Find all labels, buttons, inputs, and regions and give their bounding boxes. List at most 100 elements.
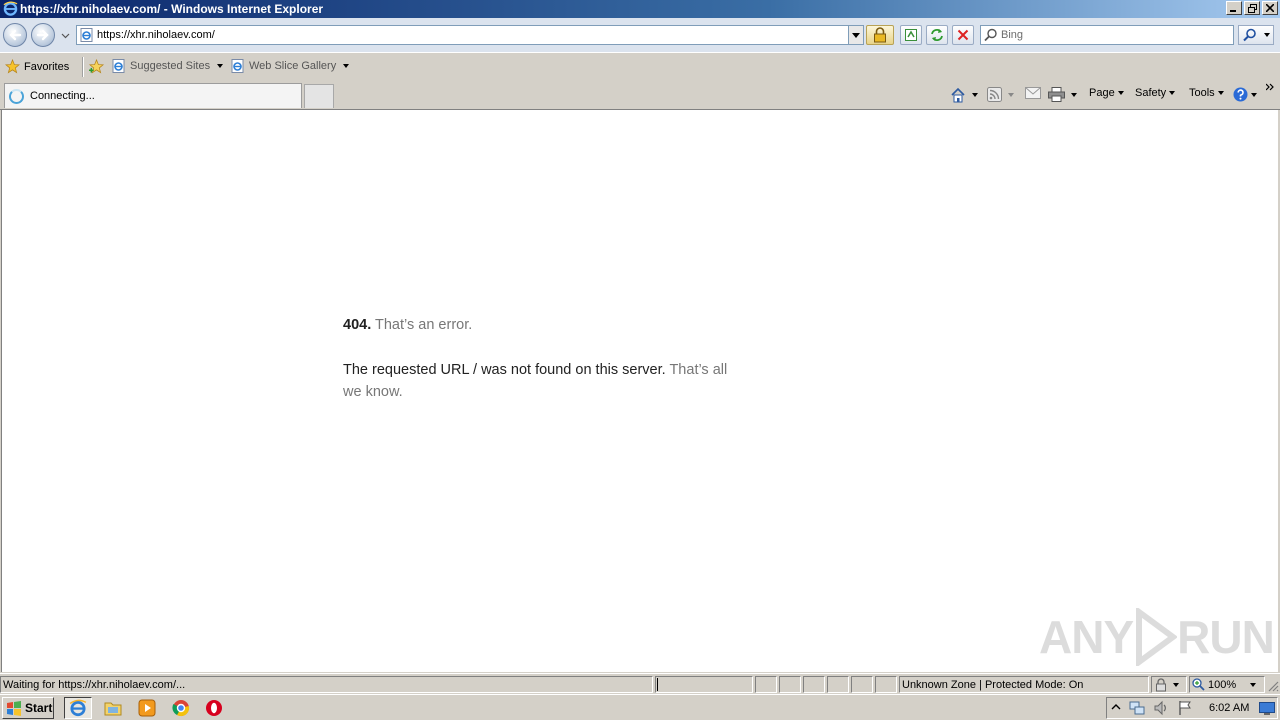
minimize-icon [1230, 10, 1236, 12]
network-icon[interactable] [1129, 700, 1145, 716]
play-logo-icon [1136, 608, 1178, 666]
help-button[interactable] [1233, 87, 1257, 102]
add-to-favorites-bar-button[interactable] [88, 59, 105, 74]
rss-feed-icon [987, 87, 1002, 102]
error-detail: The requested URL / was not found on thi… [343, 359, 743, 403]
close-icon [1266, 4, 1274, 12]
chevron-down-icon [1250, 682, 1257, 687]
refresh-icon [931, 29, 943, 41]
safety-menu-button[interactable]: Safety [1135, 87, 1176, 99]
action-center-flag-icon[interactable] [1177, 700, 1193, 716]
status-text: Waiting for https://xhr.niholaev.com/... [3, 678, 186, 691]
taskbar-file-explorer[interactable] [99, 697, 127, 719]
error-title: That’s an error. [375, 317, 473, 333]
start-button[interactable]: Start [2, 697, 54, 719]
opera-icon [206, 700, 222, 716]
show-desktop-icon[interactable] [1259, 702, 1275, 716]
watermark-text-left: ANY [1039, 611, 1134, 663]
more-commands-chevron-icon[interactable] [1266, 83, 1274, 91]
star-icon [5, 59, 20, 74]
internet-explorer-icon [69, 699, 87, 717]
minimize-button[interactable] [1226, 1, 1242, 15]
taskbar-opera[interactable] [200, 697, 228, 719]
error-message: 404. That’s an error. The requested URL … [343, 314, 743, 426]
window-title: https://xhr.niholaev.com/ - Windows Inte… [20, 2, 324, 16]
address-dropdown-button[interactable] [848, 26, 863, 44]
forward-button[interactable] [31, 23, 55, 47]
address-bar[interactable] [76, 25, 864, 45]
search-provider-icon [984, 28, 997, 42]
tab-title: Connecting... [30, 90, 95, 102]
ie-page-icon [112, 59, 125, 73]
close-button[interactable] [1262, 1, 1278, 15]
show-hidden-icons-icon[interactable] [1111, 703, 1121, 713]
resize-grip-icon[interactable] [1267, 680, 1279, 692]
protected-mode-button[interactable] [1151, 676, 1187, 693]
zoom-button[interactable]: 100% [1189, 676, 1265, 693]
favorites-separator [82, 57, 84, 77]
address-input[interactable] [97, 27, 837, 43]
add-favorite-star-icon [88, 59, 105, 74]
chevron-down-icon [1071, 92, 1077, 97]
stop-button[interactable] [952, 25, 974, 45]
search-input[interactable] [1001, 27, 1229, 43]
printer-icon [1048, 87, 1065, 102]
chevron-down-icon [1251, 92, 1257, 97]
watermark-text-right: RUN [1177, 611, 1275, 663]
recent-pages-dropdown-icon[interactable] [61, 31, 70, 40]
chevron-down-icon [343, 64, 350, 68]
security-report-button[interactable] [866, 25, 894, 45]
taskbar: Start 6:02 AM [0, 694, 1280, 720]
favorites-button[interactable]: Favorites [5, 59, 69, 74]
chevron-down-icon [852, 32, 860, 38]
chevron-down-icon [217, 64, 224, 68]
feeds-button[interactable] [987, 87, 1014, 102]
new-tab-button[interactable] [304, 84, 334, 108]
search-button[interactable] [1238, 25, 1274, 45]
taskbar-chrome[interactable] [167, 697, 195, 719]
error-code: 404. [343, 317, 372, 333]
taskbar-media-player[interactable] [133, 697, 161, 719]
status-panel-empty [755, 676, 777, 693]
volume-icon[interactable] [1153, 700, 1169, 716]
help-icon [1233, 87, 1248, 102]
start-label: Start [25, 701, 53, 715]
ie-page-icon [231, 59, 244, 73]
taskbar-internet-explorer[interactable] [64, 697, 92, 719]
search-options-dropdown-icon[interactable] [1263, 33, 1270, 37]
security-zone-panel[interactable]: Unknown Zone | Protected Mode: On [899, 676, 1149, 693]
safety-menu-label: Safety [1135, 87, 1167, 99]
stop-icon [957, 29, 969, 41]
back-button[interactable] [3, 23, 27, 47]
status-bar: Waiting for https://xhr.niholaev.com/...… [0, 673, 1280, 694]
restore-icon [1247, 3, 1257, 13]
back-arrow-icon [9, 29, 22, 41]
page-content: 404. That’s an error. The requested URL … [1, 110, 1279, 672]
home-icon [951, 87, 965, 103]
title-bar: https://xhr.niholaev.com/ - Windows Inte… [0, 0, 1280, 18]
tab-current[interactable]: Connecting... [4, 83, 302, 108]
chevron-down-icon [1117, 91, 1124, 95]
restore-button[interactable] [1244, 1, 1260, 15]
refresh-button[interactable] [926, 25, 948, 45]
error-heading: 404. That’s an error. [343, 314, 743, 336]
compatibility-view-icon [905, 29, 917, 41]
tools-menu-label: Tools [1189, 87, 1215, 99]
print-button[interactable] [1048, 87, 1077, 102]
clock[interactable]: 6:02 AM [1209, 702, 1249, 714]
compatibility-view-button[interactable] [900, 25, 922, 45]
page-menu-button[interactable]: Page [1089, 87, 1124, 99]
search-icon [1242, 28, 1256, 42]
home-button[interactable] [950, 87, 978, 103]
tab-row: Connecting... Page Safety Tools [0, 80, 1280, 110]
mail-icon [1025, 87, 1041, 99]
chevron-down-icon [972, 93, 978, 97]
favorites-label: Favorites [24, 60, 70, 73]
anyrun-watermark: ANY RUN [1039, 608, 1275, 666]
tools-menu-button[interactable]: Tools [1189, 87, 1224, 99]
zoom-level: 100% [1208, 678, 1237, 691]
suggested-sites-link[interactable]: Suggested Sites [112, 59, 224, 73]
read-mail-button[interactable] [1025, 87, 1041, 99]
web-slice-gallery-link[interactable]: Web Slice Gallery [231, 59, 350, 73]
search-box[interactable] [980, 25, 1234, 45]
